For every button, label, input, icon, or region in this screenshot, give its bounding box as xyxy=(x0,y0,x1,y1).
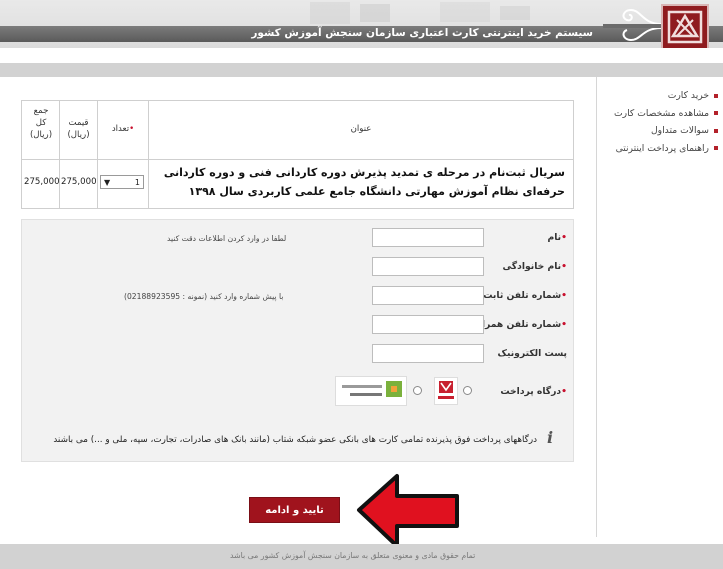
phone-label: •شماره تلفن ثابت xyxy=(483,290,567,301)
gateway-radio-pardakht[interactable] xyxy=(413,386,422,395)
required-mark: • xyxy=(561,232,567,243)
name-input[interactable] xyxy=(372,228,484,247)
required-mark: • xyxy=(561,261,567,272)
gateway-radio-mellat[interactable] xyxy=(463,386,472,395)
required-mark: • xyxy=(129,124,135,134)
mellat-bank-logo xyxy=(434,377,458,405)
arrow-pointer-icon xyxy=(357,474,459,548)
lastname-input[interactable] xyxy=(372,257,484,276)
bullet-icon xyxy=(714,111,718,116)
info-icon: i xyxy=(547,428,554,447)
lastname-label: •نام خانوادگی xyxy=(502,261,568,272)
quantity-select[interactable]: ▼ 1 xyxy=(100,175,144,189)
phone-hint: با پیش شماره وارد کنید (نمونه : 02188923… xyxy=(124,292,284,301)
sidebar-item-label: سوالات متداول xyxy=(651,125,709,137)
gateway-label: •درگاه پرداخت xyxy=(500,386,567,397)
bullet-icon xyxy=(714,146,718,151)
mobile-input[interactable] xyxy=(372,315,484,334)
sidebar-item-label: خرید کارت xyxy=(667,90,709,102)
sidebar-item-label: مشاهده مشخصات کارت xyxy=(614,107,709,119)
header-qty: •تعداد xyxy=(111,124,135,134)
chevron-down-icon: ▼ xyxy=(104,177,111,187)
sidebar: خرید کارت مشاهده مشخصات کارت سوالات متدا… xyxy=(596,77,723,537)
name-hint: لطفا در وارد کردن اطلاعات دقت کنید xyxy=(167,234,287,243)
header-strip xyxy=(0,48,723,63)
sidebar-item-label: راهنمای پرداخت اینترنتی xyxy=(615,142,709,154)
organization-logo xyxy=(661,4,709,48)
purchase-form: •نام لطفا در وارد کردن اطلاعات دقت کنید … xyxy=(21,219,574,462)
email-label: پست الکترونیک xyxy=(497,348,567,359)
header-title: عنوان xyxy=(350,124,372,134)
gateway-info-text: درگاههای پرداخت فوق پذیرنده تمامی کارت ه… xyxy=(53,435,537,445)
row-price: 275,000 xyxy=(61,177,97,187)
product-table: جمع کل (ریال) قیمت (ریال) •تعداد عنوان 2… xyxy=(21,100,574,209)
required-mark: • xyxy=(561,319,567,330)
table-row-divider xyxy=(22,159,573,160)
phone-input[interactable] xyxy=(372,286,484,305)
ornament-icon xyxy=(603,8,661,42)
confirm-continue-button[interactable]: تایید و ادامه xyxy=(249,497,340,523)
mobile-label: •شماره تلفن همراه xyxy=(476,319,567,330)
sidebar-item-view-card[interactable]: مشاهده مشخصات کارت xyxy=(597,105,723,123)
header-price: قیمت (ریال) xyxy=(67,118,90,140)
footer-copyright: تمام حقوق مادی و معنوی متعلق به سازمان س… xyxy=(230,551,476,560)
bullet-icon xyxy=(714,93,718,98)
row-total: 275,000 xyxy=(24,177,60,187)
table-divider xyxy=(97,101,98,208)
sidebar-item-buy-card[interactable]: خرید کارت xyxy=(597,87,723,105)
sidebar-item-faq[interactable]: سوالات متداول xyxy=(597,122,723,140)
site-title: سیستم خرید اینترنتی کارت اعتباری سازمان … xyxy=(251,27,593,39)
pardakht-bank-logo xyxy=(335,376,407,406)
required-mark: • xyxy=(561,290,567,301)
quantity-value: 1 xyxy=(134,177,140,187)
top-grey-bar xyxy=(0,63,723,77)
email-input[interactable] xyxy=(372,344,484,363)
footer: تمام حقوق مادی و معنوی متعلق به سازمان س… xyxy=(0,544,723,569)
site-header: سیستم خرید اینترنتی کارت اعتباری سازمان … xyxy=(0,0,723,48)
name-label: •نام xyxy=(547,232,567,243)
sidebar-item-payment-guide[interactable]: راهنمای پرداخت اینترنتی xyxy=(597,140,723,158)
header-decoration xyxy=(310,2,530,24)
required-mark: • xyxy=(561,386,567,397)
table-divider xyxy=(148,101,149,208)
bullet-icon xyxy=(714,128,718,133)
product-title: سریال ثبت‌نام در مرحله ی تمدید پذیرش دور… xyxy=(163,166,565,198)
header-total: جمع کل (ریال) xyxy=(29,106,53,140)
